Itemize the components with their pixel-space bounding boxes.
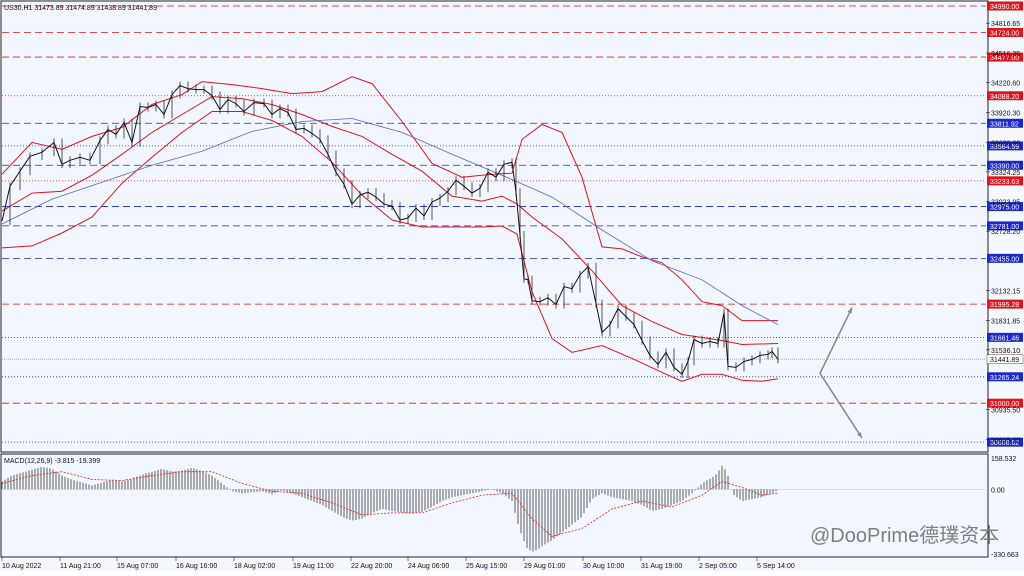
x-tick-label: 30 Aug 10:00 — [583, 563, 624, 570]
level-label: 34724.00 — [990, 30, 1019, 37]
y-tick-label: 33620.00 — [991, 140, 1020, 147]
chart-canvas: 34990.0034724.0034477.0034088.2033811.92… — [0, 0, 1024, 571]
y-tick-label: 33324.25 — [991, 170, 1020, 177]
level-label: 31441.89 — [990, 357, 1019, 364]
y-tick-label: 32132.15 — [991, 288, 1020, 295]
x-tick-label: 29 Aug 01:00 — [524, 563, 565, 570]
x-tick-label: 25 Aug 15:00 — [466, 563, 507, 570]
chart-window: 34990.00 34724.00 34477.00 34088.20 33811.92… — [0, 0, 1024, 571]
watermark: @DooPrime德璞资本 — [810, 524, 999, 547]
x-tick-label: 19 Aug 11:00 — [293, 563, 334, 570]
y-tick-label: 31831.85 — [991, 318, 1020, 325]
x-tick-label: 10 Aug 2022 — [2, 563, 41, 570]
x-tick-label: 22 Aug 20:00 — [351, 563, 392, 570]
level-label: 34990.00 — [990, 4, 1019, 11]
x-tick-label: 2 Sep 05:00 — [699, 563, 737, 570]
x-tick-label: 18 Aug 02:00 — [234, 563, 275, 570]
y-tick-label: 32728.20 — [991, 229, 1020, 236]
x-tick-label: 15 Aug 07:00 — [117, 563, 158, 570]
y-tick-label: 30935.50 — [991, 408, 1020, 415]
y-tick-label: 31536.10 — [991, 348, 1020, 355]
level-label: 32455.00 — [990, 256, 1019, 263]
x-tick-label: 24 Aug 06:00 — [408, 563, 449, 570]
y-tick-label: 34220.60 — [991, 81, 1020, 88]
macd-tick-label: -330.663 — [991, 552, 1019, 559]
y-tick-label: 34516.35 — [991, 51, 1020, 58]
level-label: 31265.24 — [990, 375, 1019, 382]
macd-tick-label: 0.00 — [991, 487, 1005, 494]
symbol-header: US30,H1 31473.89 31474.89 31438.89 31441… — [4, 5, 157, 12]
y-tick-label: 30635.20 — [991, 438, 1020, 445]
y-tick-label: 34816.65 — [991, 21, 1020, 28]
x-tick-label: 5 Sep 14:00 — [757, 563, 795, 570]
level-label: 34088.20 — [990, 94, 1019, 101]
level-label: 33811.92 — [990, 121, 1019, 128]
macd-tick-label: 158.532 — [991, 456, 1016, 463]
x-tick-label: 11 Aug 21:00 — [60, 563, 101, 570]
macd-header: MACD(12,26,9) -3.815 -19.399 — [4, 458, 100, 465]
y-tick-label: 33023.95 — [991, 200, 1020, 207]
x-tick-label: 31 Aug 19:00 — [641, 563, 682, 570]
level-label: 31661.46 — [990, 335, 1019, 342]
y-tick-label: 33920.30 — [991, 110, 1020, 117]
x-tick-label: 16 Aug 16:00 — [176, 563, 217, 570]
level-label: 31995.28 — [990, 302, 1019, 309]
level-label: 33233.63 — [990, 179, 1019, 186]
